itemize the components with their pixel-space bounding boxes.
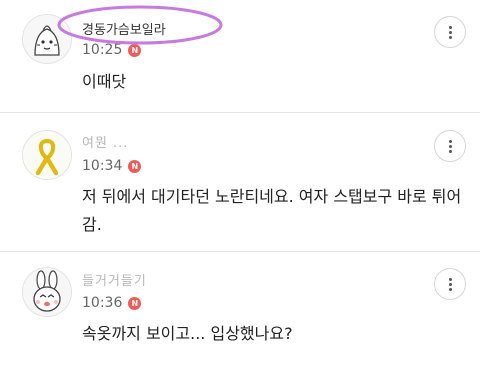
more-options-button[interactable] [434,16,466,48]
comment-author[interactable]: 여뭔 ... [82,132,128,151]
rabbit-avatar-icon [23,268,71,316]
comment-body: 저 뒤에서 대기타던 노란티네요. 여자 스탭보구 바로 튀어감. [82,187,462,234]
comment-body: 속옷까지 보이고... 입상했나요? [82,324,293,343]
comment-item: 여뭔 ... 10:34 N 저 뒤에서 대기타던 노란티네요. 여자 스탭보구 … [0,113,480,251]
new-badge: N [128,43,142,57]
more-vertical-icon [448,25,452,39]
avatar[interactable] [22,14,72,64]
yellow-ribbon-icon [23,131,71,179]
more-options-button[interactable] [434,268,466,300]
new-badge: N [128,296,142,310]
more-vertical-icon [448,277,452,291]
comment-time: 10:36 N [82,295,142,311]
comment-time: 10:25 N [82,42,142,58]
comment-body: 이때닷 [82,72,127,91]
character-avatar-icon [23,15,71,63]
new-badge: N [128,159,142,173]
comment-timestamp: 10:36 [82,295,123,311]
comment-author[interactable]: 들거거들기 [82,270,147,289]
comment-timestamp: 10:25 [82,42,123,58]
comment-time: 10:34 N [82,158,142,174]
comment-author[interactable]: 경동가슴보일라 [82,19,166,38]
comment-item: 경동가슴보일라 10:25 N 이때닷 [0,0,480,112]
avatar[interactable] [22,130,72,180]
more-options-button[interactable] [434,130,466,162]
comment-item: 들거거들기 10:36 N 속옷까지 보이고... 입상했나요? [0,252,480,366]
avatar[interactable] [22,267,72,317]
comment-timestamp: 10:34 [82,158,123,174]
more-vertical-icon [448,139,452,153]
